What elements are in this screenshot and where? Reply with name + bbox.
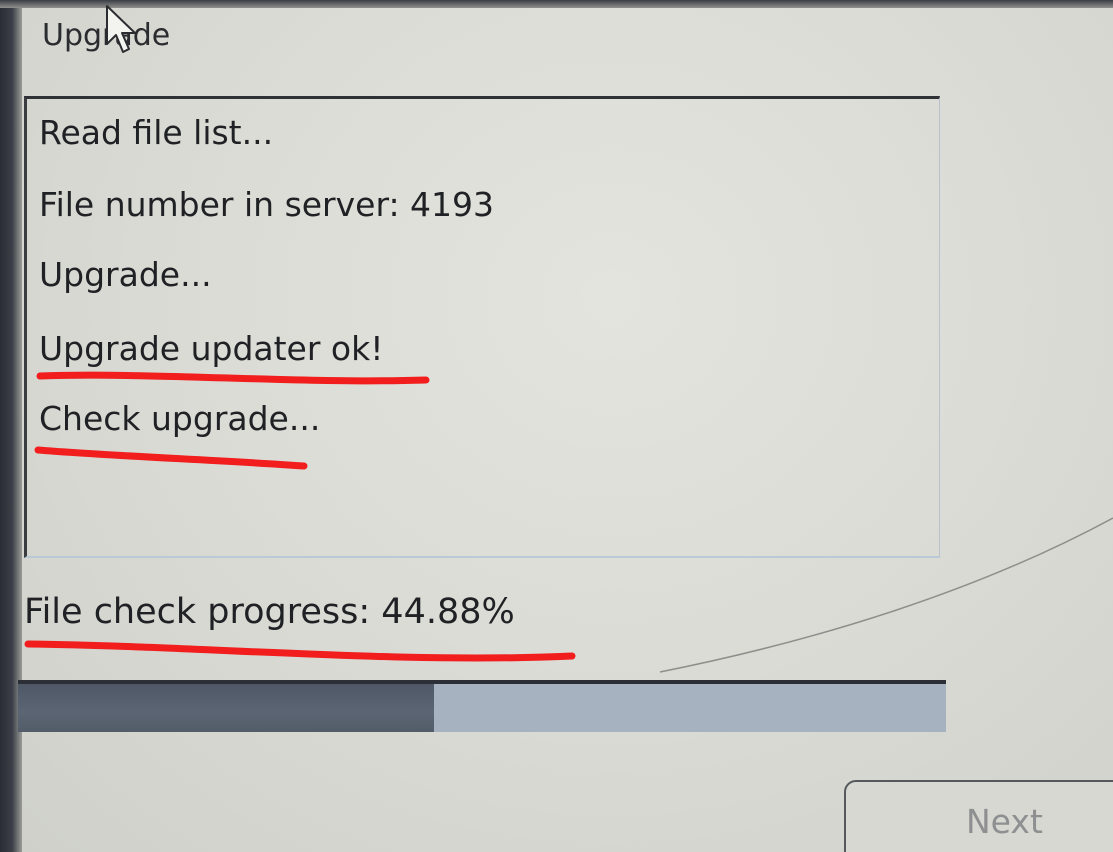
file-check-progress-label: File check progress: 44.88%: [24, 592, 515, 632]
log-line-updater-ok: Upgrade updater ok!: [39, 329, 384, 368]
log-line-upgrade: Upgrade...: [39, 255, 212, 294]
upgrade-screen: Upgrade Read file list... File number in…: [0, 0, 1113, 852]
file-check-progress-bar: [18, 680, 946, 732]
mouse-pointer-icon: [106, 5, 136, 53]
log-line-check-upgrade: Check upgrade...: [39, 399, 321, 438]
upgrade-log-panel: Read file list... File number in server:…: [24, 96, 940, 558]
log-line-read-file-list: Read file list...: [39, 113, 274, 152]
log-line-file-number: File number in server: 4193: [39, 185, 495, 224]
next-button[interactable]: Next: [844, 780, 1113, 852]
screen-bezel-top: [0, 0, 1113, 8]
progress-bar-fill: [18, 684, 435, 732]
next-button-label: Next: [966, 802, 1043, 841]
